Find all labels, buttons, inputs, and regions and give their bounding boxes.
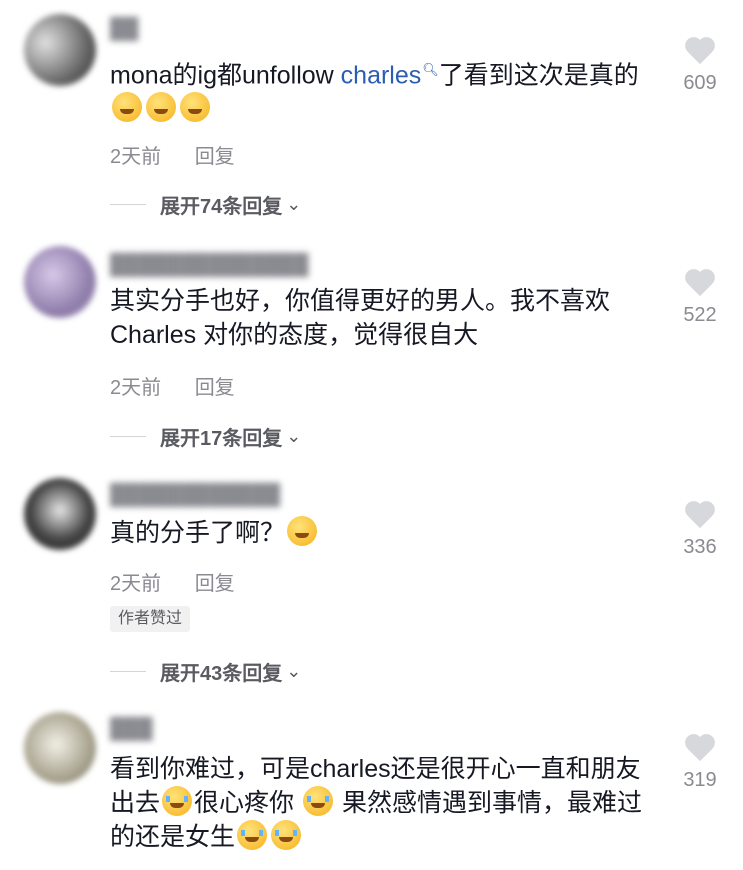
- pleading-emoji-icon: [287, 516, 318, 546]
- timestamp: 2天前: [110, 146, 162, 168]
- avatar[interactable]: [24, 14, 96, 86]
- comment-meta: 2天前 回复: [110, 371, 263, 400]
- chevron-down-icon: ⌄: [286, 426, 302, 446]
- like-count: 522: [683, 304, 717, 326]
- username[interactable]: ███: [110, 718, 153, 742]
- crying-emoji-icon: [237, 820, 268, 850]
- reply-button[interactable]: 回复: [195, 146, 235, 168]
- search-icon[interactable]: 🔍︎: [422, 62, 439, 77]
- author-liked-badge: 作者赞过: [110, 606, 191, 632]
- username[interactable]: ████████████: [110, 484, 280, 508]
- like-count: 319: [683, 769, 717, 791]
- like-button[interactable]: 522: [670, 270, 730, 327]
- pleading-emoji-icon: [112, 92, 142, 123]
- timestamp: 2天前: [110, 377, 162, 399]
- like-button[interactable]: 336: [670, 502, 730, 559]
- reply-button[interactable]: 回复: [195, 377, 235, 399]
- reply-button[interactable]: 回复: [195, 573, 235, 595]
- like-count: 336: [683, 536, 717, 558]
- comment-text: 看到你难过，可是charles还是很开心一直和朋友出去 很心疼你 果然感情遇到事情…: [110, 755, 642, 851]
- divider: [110, 436, 146, 437]
- crying-emoji-icon: [302, 786, 333, 816]
- heart-icon[interactable]: [684, 735, 716, 763]
- chevron-down-icon: ⌄: [286, 194, 302, 214]
- comment-text: 其实分手也好，你值得更好的男人。我不喜欢Charles 对你的态度，觉得很自大: [110, 287, 611, 349]
- hashtag-link[interactable]: charles: [341, 61, 422, 89]
- heart-icon[interactable]: [684, 502, 716, 530]
- like-button[interactable]: 319: [670, 735, 730, 792]
- comment-text: 真的分手了啊？: [110, 516, 650, 550]
- pleading-emoji-icon: [180, 92, 210, 123]
- username[interactable]: ██: [110, 18, 138, 42]
- crying-emoji-icon: [162, 786, 193, 816]
- expand-replies-button[interactable]: 展开17条回复 ⌄: [110, 422, 301, 451]
- username[interactable]: ██████████████: [110, 254, 308, 278]
- divider: [110, 671, 146, 672]
- expand-replies-button[interactable]: 展开43条回复 ⌄: [110, 657, 301, 686]
- avatar[interactable]: [24, 478, 96, 550]
- avatar[interactable]: [24, 246, 96, 318]
- like-button[interactable]: 609: [670, 38, 730, 95]
- expand-replies-button[interactable]: 展开74条回复 ⌄: [110, 190, 301, 219]
- avatar[interactable]: [24, 712, 96, 784]
- comment-text: mona的ig都unfollow charles🔍︎了看到这次是真的: [110, 53, 650, 126]
- heart-icon[interactable]: [684, 270, 716, 298]
- pleading-emoji-icon: [146, 92, 176, 123]
- chevron-down-icon: ⌄: [286, 661, 302, 681]
- comment-meta: 2天前 回复: [110, 567, 263, 596]
- heart-icon[interactable]: [684, 38, 716, 66]
- timestamp: 2天前: [110, 573, 162, 595]
- crying-emoji-icon: [271, 820, 302, 850]
- divider: [110, 204, 146, 205]
- like-count: 609: [683, 72, 717, 94]
- comment-meta: 2天前 回复: [110, 140, 263, 169]
